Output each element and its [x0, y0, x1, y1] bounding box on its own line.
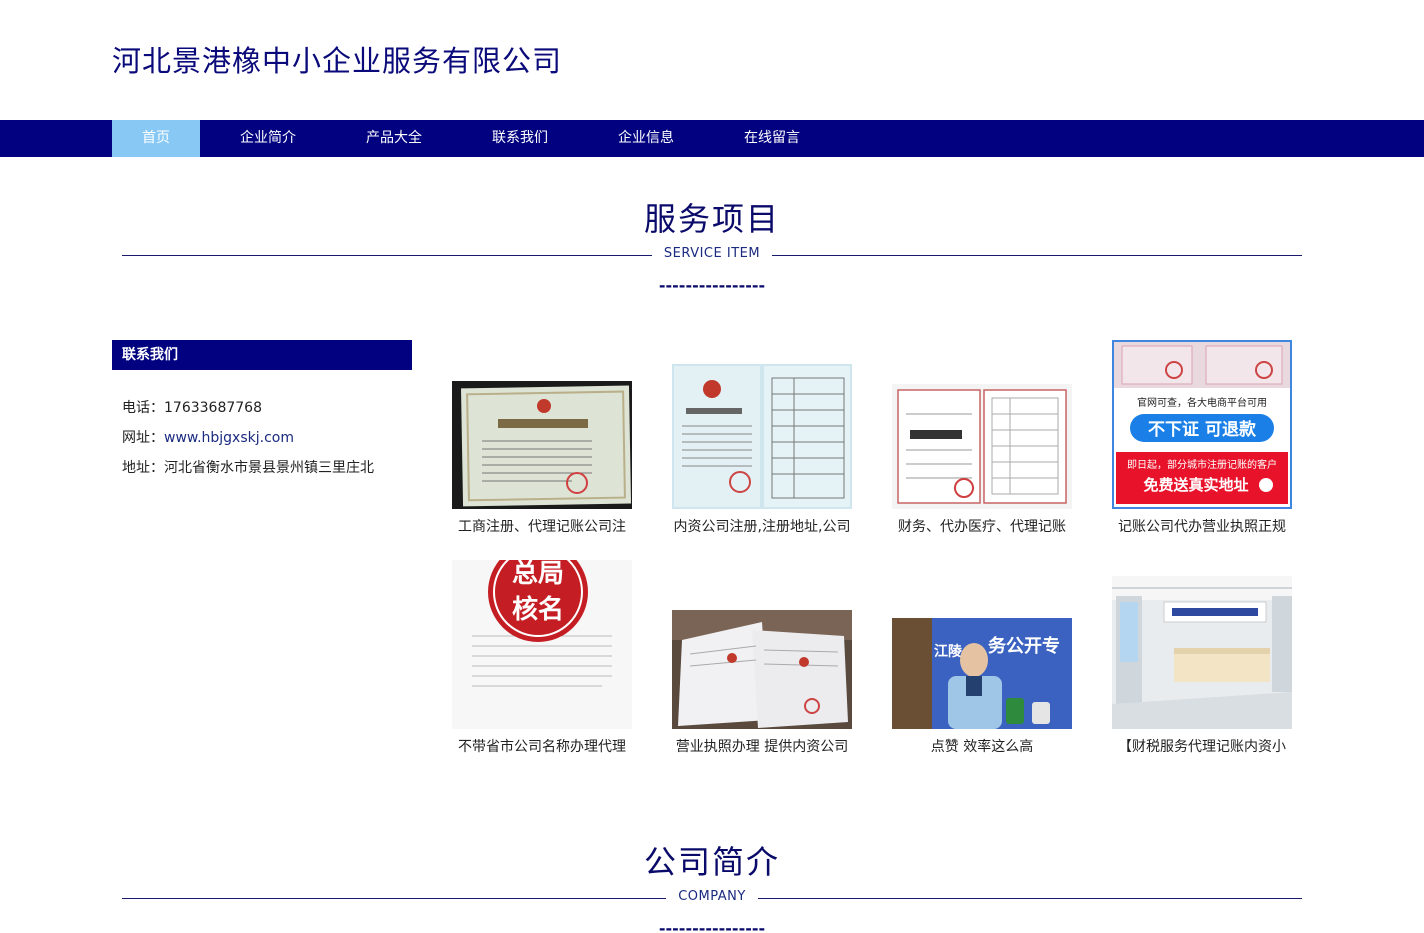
product-caption[interactable]: 不带省市公司名称办理代理	[452, 736, 632, 756]
product-caption[interactable]: 财务、代办医疗、代理记账	[892, 516, 1072, 536]
main-nav: 首页 企业简介 产品大全 联系我们 企业信息 在线留言	[0, 120, 1424, 157]
product-banner-line3: 即日起，部分城市注册记账的客户	[1127, 458, 1277, 471]
product-image[interactable]: 官网可查，各大电商平台可用 不下证 可退款 即日起，部分城市注册记账的客户 免费…	[1112, 340, 1292, 509]
contact-phone-label: 电话：	[122, 400, 164, 416]
product-card[interactable]: 【财税服务代理记账内资小	[1112, 560, 1292, 760]
product-image[interactable]	[892, 384, 1072, 509]
product-card[interactable]: 官网可查，各大电商平台可用 不下证 可退款 即日起，部分城市注册记账的客户 免费…	[1112, 340, 1292, 540]
company-title: 公司简介	[643, 843, 780, 881]
nav-item-company-info[interactable]: 企业信息	[604, 120, 688, 157]
product-image[interactable]	[672, 610, 852, 729]
nav-item-products[interactable]: 产品大全	[352, 120, 436, 157]
contact-phone-value: 17633687768	[164, 400, 262, 416]
product-card[interactable]: 财务、代办医疗、代理记账	[892, 340, 1072, 540]
product-caption[interactable]: 工商注册、代理记账公司注	[452, 516, 632, 536]
product-card[interactable]: 营业执照办理 提供内资公司	[672, 560, 852, 760]
nav-item-about[interactable]: 企业简介	[226, 120, 310, 157]
contact-address: 地址：河北省衡水市景县景州镇三里庄北	[122, 457, 374, 477]
services-subtitle-text: SERVICE ITEM	[653, 246, 771, 261]
product-caption[interactable]: 内资公司注册,注册地址,公司	[672, 516, 852, 536]
product-image[interactable]	[672, 364, 852, 509]
product-card[interactable]: 江陵 务公开专 点赞 效率这么高	[892, 560, 1072, 760]
product-card[interactable]: 总局 核名 不带省市公司名称办理代理	[452, 560, 632, 760]
product-caption[interactable]: 记账公司代办营业执照正规	[1112, 516, 1292, 536]
contact-address-label: 地址：	[122, 460, 164, 476]
product-image[interactable]	[452, 381, 632, 509]
product-image[interactable]: 总局 核名	[452, 560, 632, 729]
product-caption[interactable]: 点赞 效率这么高	[892, 736, 1072, 756]
company-subtitle: COMPANY	[0, 889, 1424, 904]
contact-address-value: 河北省衡水市景县景州镇三里庄北	[164, 460, 374, 476]
product-tv-text: 江陵	[934, 643, 963, 660]
services-dashes: ----------------	[658, 276, 766, 295]
sidebar-heading: 联系我们	[112, 340, 412, 370]
product-image[interactable]	[1112, 576, 1292, 729]
site-title: 河北景港橡中小企业服务有限公司	[112, 44, 563, 78]
product-banner-line2: 不下证 可退款	[1148, 419, 1257, 440]
product-banner-line1: 官网可查，各大电商平台可用	[1137, 396, 1267, 409]
services-subtitle: SERVICE ITEM	[0, 246, 1424, 261]
product-tv-text-2: 务公开专	[988, 635, 1060, 657]
product-stamp-text-2: 核名	[512, 594, 564, 625]
product-image[interactable]: 江陵 务公开专	[892, 618, 1072, 729]
nav-item-home[interactable]: 首页	[112, 120, 200, 157]
services-title: 服务项目	[643, 200, 780, 238]
contact-website: 网址：www.hbjgxskj.com	[122, 427, 294, 447]
contact-website-label: 网址：	[122, 430, 164, 446]
product-card[interactable]: 工商注册、代理记账公司注	[452, 340, 632, 540]
company-dashes: ----------------	[658, 919, 766, 933]
product-card[interactable]: 内资公司注册,注册地址,公司	[672, 340, 852, 540]
company-subtitle-text: COMPANY	[668, 889, 756, 904]
product-banner-line4: 免费送真实地址	[1143, 476, 1248, 494]
product-stamp-text-1: 总局	[512, 560, 564, 589]
nav-item-contact[interactable]: 联系我们	[478, 120, 562, 157]
product-caption[interactable]: 营业执照办理 提供内资公司	[672, 736, 852, 756]
nav-item-message[interactable]: 在线留言	[730, 120, 814, 157]
contact-website-link[interactable]: www.hbjgxskj.com	[164, 430, 294, 446]
product-caption[interactable]: 【财税服务代理记账内资小	[1112, 736, 1292, 756]
contact-phone: 电话：17633687768	[122, 397, 262, 417]
